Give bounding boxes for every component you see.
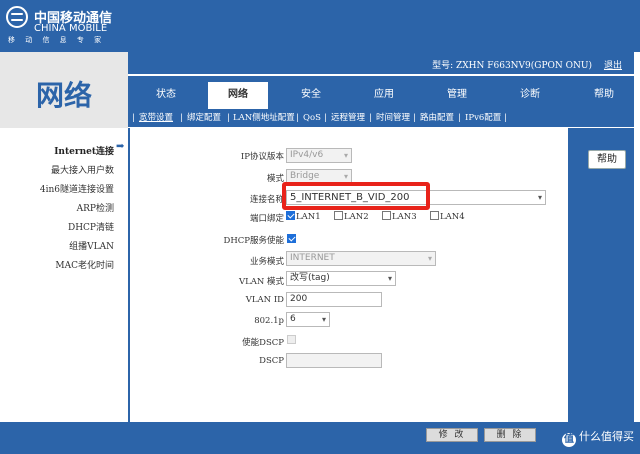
- tab-security[interactable]: 安全: [281, 82, 341, 109]
- mode-label: 模式: [266, 174, 284, 184]
- sidebar-item-dhcp-clear[interactable]: DHCP清链: [68, 220, 114, 233]
- service-mode-label: 业务模式: [249, 257, 284, 267]
- subnav-separator: |: [458, 113, 461, 123]
- vlan-mode-label: VLAN 模式: [238, 277, 284, 287]
- subnav-separator: |: [227, 113, 230, 123]
- main-tabs: 状态 网络 安全 应用 管理 诊断 帮助: [128, 76, 634, 109]
- subnav-separator: |: [180, 113, 183, 123]
- lan1-label: LAN1: [296, 212, 321, 222]
- ip-version-value: IPv4/v6: [290, 150, 324, 160]
- lan2-checkbox[interactable]: [334, 211, 343, 220]
- model-bar: 型号: ZXHN F663NV9(GPON ONU) 退出: [128, 52, 634, 74]
- watermark-badge-icon: 值: [562, 433, 576, 447]
- left-sidebar: Internet连接 ➡ 最大接入用户数 4in6隧道连接设置 ARP检测 DH…: [0, 128, 128, 422]
- connection-name-label: 连接名称: [249, 195, 284, 205]
- subnav-time-management[interactable]: 时间管理: [376, 112, 410, 124]
- chevron-down-icon: ▾: [427, 254, 432, 263]
- lan1-checkbox[interactable]: [286, 211, 295, 220]
- subnav-lan-address[interactable]: LAN侧地址配置: [233, 112, 295, 124]
- vlan-mode-value: 改写(tag): [290, 273, 330, 283]
- subnav-separator: |: [413, 113, 416, 123]
- service-mode-select[interactable]: INTERNET ▾: [286, 251, 436, 266]
- vlan-id-label: VLAN ID: [245, 295, 284, 305]
- china-mobile-logo: 中国移动通信 CHINA MOBILE 移 动 信 息 专 家: [6, 6, 136, 46]
- port-binding-label: 端口绑定: [249, 214, 284, 224]
- tab-diagnosis[interactable]: 诊断: [500, 82, 560, 109]
- priority-value: 6: [290, 314, 296, 324]
- subnav-remote-management[interactable]: 远程管理: [331, 112, 365, 124]
- logout-link[interactable]: 退出: [604, 58, 622, 71]
- lan3-checkbox[interactable]: [382, 211, 391, 220]
- tab-application[interactable]: 应用: [354, 82, 414, 109]
- bottom-action-bar: [0, 422, 640, 454]
- lan4-option[interactable]: LAN4: [430, 211, 465, 222]
- ip-version-select[interactable]: IPv4/v6 ▾: [286, 148, 352, 163]
- dscp-input[interactable]: [286, 353, 382, 368]
- subnav-separator: |: [504, 113, 507, 123]
- lan4-checkbox[interactable]: [430, 211, 439, 220]
- subnav-ipv6[interactable]: IPv6配置: [465, 112, 501, 124]
- chevron-down-icon: ▾: [321, 315, 326, 324]
- lan1-option[interactable]: LAN1: [286, 211, 321, 222]
- enable-dscp-checkbox[interactable]: [287, 335, 296, 344]
- chevron-down-icon: ▾: [387, 274, 392, 283]
- dhcp-enable-checkbox[interactable]: [287, 234, 296, 243]
- subnav-separator: |: [132, 113, 135, 123]
- sidebar-item-4in6-tunnel[interactable]: 4in6隧道连接设置: [40, 182, 114, 195]
- help-button[interactable]: 帮助: [588, 150, 626, 169]
- lan4-label: LAN4: [440, 212, 465, 222]
- tab-help[interactable]: 帮助: [574, 82, 634, 109]
- subnav-separator: |: [296, 113, 299, 123]
- tab-management[interactable]: 管理: [427, 82, 487, 109]
- vlan-id-input[interactable]: 200: [286, 292, 382, 307]
- delete-button[interactable]: 删 除: [484, 428, 536, 442]
- modify-button[interactable]: 修 改: [426, 428, 478, 442]
- chevron-down-icon: ▾: [343, 151, 348, 160]
- arrow-right-icon: ➡: [116, 141, 125, 152]
- red-highlight-annotation: [282, 182, 430, 210]
- sub-navigation: | 宽带设置 | 绑定配置 | LAN侧地址配置 | QoS | 远程管理 | …: [128, 109, 634, 127]
- subnav-separator: |: [324, 113, 327, 123]
- brand-slogan: 移 动 信 息 专 家: [8, 36, 106, 44]
- subnav-qos[interactable]: QoS: [303, 112, 321, 124]
- chevron-down-icon: ▾: [537, 193, 542, 202]
- sidebar-item-internet-connection[interactable]: Internet连接: [54, 144, 114, 157]
- vlan-id-value: 200: [290, 294, 308, 304]
- sidebar-item-max-users[interactable]: 最大接入用户数: [51, 163, 114, 176]
- device-model: 型号: ZXHN F663NV9(GPON ONU): [432, 61, 592, 71]
- tab-network[interactable]: 网络: [208, 82, 268, 109]
- left-banner: 网络: [0, 52, 128, 128]
- vlan-mode-select[interactable]: 改写(tag) ▾: [286, 271, 396, 286]
- sidebar-item-mac-aging[interactable]: MAC老化时间: [55, 258, 114, 271]
- brand-name-en: CHINA MOBILE: [34, 23, 108, 34]
- lan3-option[interactable]: LAN3: [382, 211, 417, 222]
- page-title: 网络: [36, 79, 93, 112]
- top-header: 中国移动通信 CHINA MOBILE 移 动 信 息 专 家: [0, 0, 640, 52]
- watermark-text: 什么值得买: [579, 430, 634, 443]
- subnav-separator: |: [369, 113, 372, 123]
- sidebar-item-arp-detection[interactable]: ARP检测: [77, 201, 114, 214]
- lan2-option[interactable]: LAN2: [334, 211, 369, 222]
- priority-select[interactable]: 6 ▾: [286, 312, 330, 327]
- china-mobile-logo-icon: [6, 6, 28, 28]
- watermark: 值什么值得买: [562, 428, 634, 447]
- subnav-binding[interactable]: 绑定配置: [187, 112, 221, 124]
- tab-status[interactable]: 状态: [136, 82, 196, 109]
- service-mode-value: INTERNET: [290, 253, 335, 263]
- lan3-label: LAN3: [392, 212, 417, 222]
- ip-version-label: IP协议版本: [240, 152, 284, 162]
- subnav-routing[interactable]: 路由配置: [420, 112, 454, 124]
- sidebar-item-label: Internet连接: [54, 147, 114, 157]
- subnav-broadband[interactable]: 宽带设置: [139, 112, 173, 124]
- mode-value: Bridge: [290, 171, 320, 181]
- dscp-label: DSCP: [259, 356, 284, 366]
- priority-label: 802.1p: [254, 316, 284, 326]
- enable-dscp-label: 使能DSCP: [242, 338, 284, 348]
- dhcp-enable-label: DHCP服务使能: [223, 236, 284, 246]
- lan2-label: LAN2: [344, 212, 369, 222]
- sidebar-item-multicast-vlan[interactable]: 组播VLAN: [69, 239, 114, 252]
